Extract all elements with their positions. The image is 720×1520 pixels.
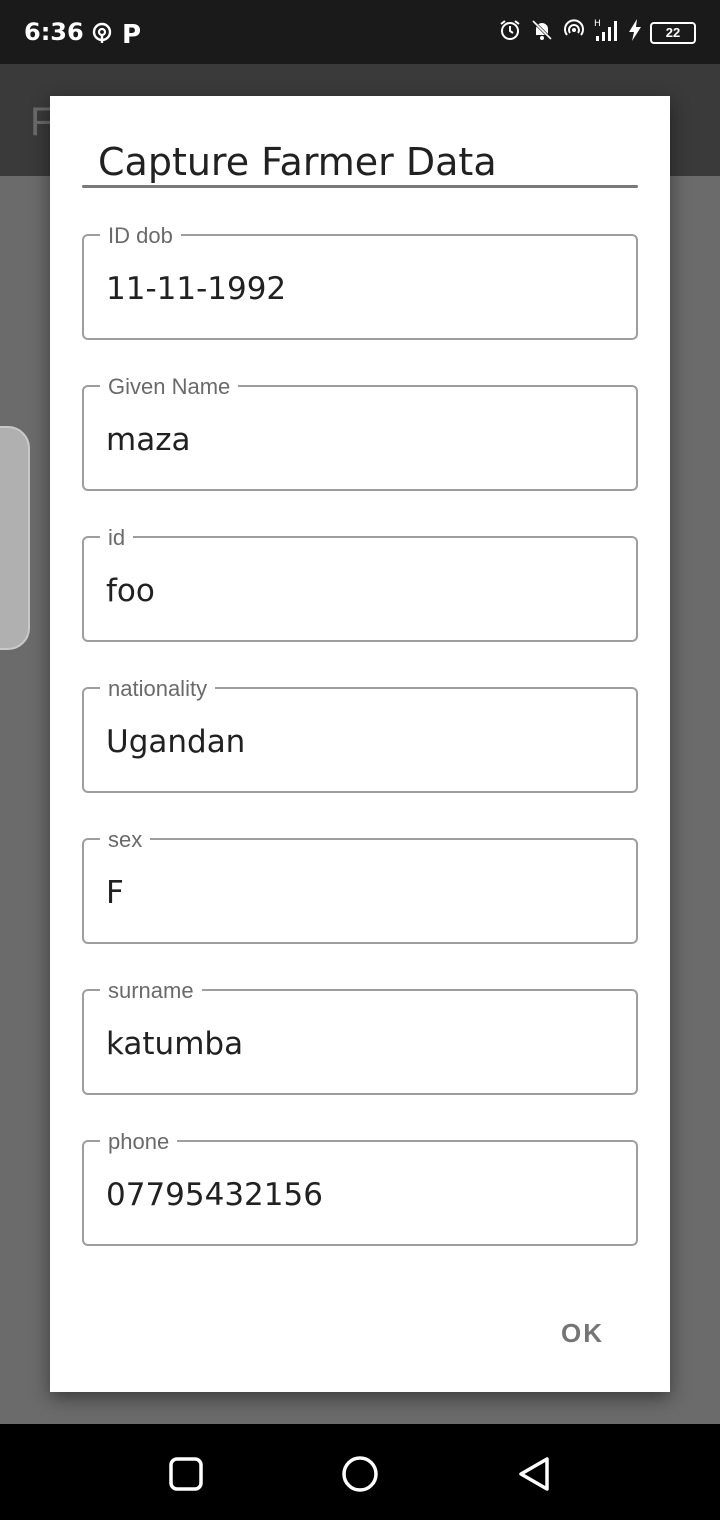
- navigation-bar: [0, 1424, 720, 1520]
- recents-button[interactable]: [166, 1454, 206, 1494]
- status-time: 6:36: [24, 18, 84, 46]
- alarm-icon: [498, 18, 522, 47]
- signal-icon: H: [594, 18, 620, 47]
- given-name-value: maza: [106, 422, 191, 458]
- id-label: id: [100, 525, 134, 551]
- nationality-field[interactable]: nationality Ugandan: [82, 676, 638, 793]
- sex-label: sex: [100, 827, 151, 853]
- status-left-icons: P: [90, 20, 141, 50]
- parking-icon: P: [122, 20, 142, 50]
- battery-icon: 22: [650, 21, 696, 44]
- id-dob-value: 11-11-1992: [106, 271, 287, 307]
- phone-value: 07795432156: [106, 1177, 323, 1213]
- capture-farmer-dialog: Capture Farmer Data ID dob 11-11-1992 Gi…: [50, 96, 670, 1392]
- id-value: foo: [106, 573, 155, 609]
- phone-field[interactable]: phone 07795432156: [82, 1129, 638, 1246]
- surname-field[interactable]: surname katumba: [82, 978, 638, 1095]
- charging-icon: [628, 18, 642, 47]
- id-dob-field[interactable]: ID dob 11-11-1992: [82, 223, 638, 340]
- title-divider: [82, 185, 638, 188]
- background-card: [0, 426, 30, 650]
- given-name-label: Given Name: [100, 374, 239, 400]
- location-icon: [90, 21, 114, 50]
- sex-value: F: [106, 875, 124, 911]
- mute-bell-icon: [530, 18, 554, 47]
- given-name-field[interactable]: Given Name maza: [82, 374, 638, 491]
- status-bar: 6:36 P H 22: [0, 0, 720, 64]
- back-button[interactable]: [514, 1454, 554, 1494]
- sex-field[interactable]: sex F: [82, 827, 638, 944]
- surname-value: katumba: [106, 1026, 244, 1062]
- surname-label: surname: [100, 978, 202, 1004]
- dialog-title: Capture Farmer Data: [98, 140, 497, 184]
- ok-button[interactable]: OK: [561, 1318, 604, 1349]
- nationality-label: nationality: [100, 676, 216, 702]
- hotspot-icon: [562, 18, 586, 47]
- status-right-icons: H 22: [498, 18, 696, 47]
- phone-label: phone: [100, 1129, 178, 1155]
- nationality-value: Ugandan: [106, 724, 246, 760]
- id-dob-label: ID dob: [100, 223, 181, 249]
- svg-text:H: H: [594, 19, 601, 29]
- id-field[interactable]: id foo: [82, 525, 638, 642]
- home-button[interactable]: [340, 1454, 380, 1494]
